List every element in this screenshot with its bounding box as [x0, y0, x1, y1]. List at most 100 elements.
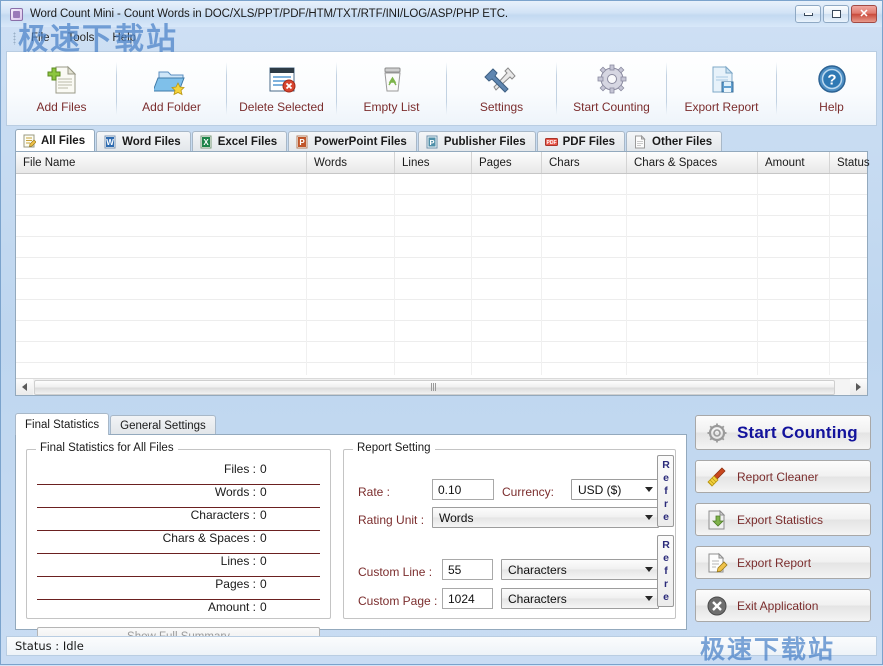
- stat-value-chars-spaces: 0: [260, 531, 320, 545]
- bottom-panel: Final Statistics for All Files Files : 0…: [15, 434, 687, 630]
- column-header-amount[interactable]: Amount: [758, 152, 830, 173]
- stat-row-chars-spaces: Chars & Spaces : 0: [37, 531, 320, 554]
- column-header-lines[interactable]: Lines: [395, 152, 472, 173]
- menu-item-file[interactable]: File: [22, 30, 59, 46]
- menu-grip-handle[interactable]: [13, 32, 16, 45]
- exit-application-button[interactable]: Exit Application: [695, 589, 871, 622]
- scroll-right-arrow-icon[interactable]: [850, 379, 867, 395]
- scroll-left-arrow-icon[interactable]: [16, 379, 33, 395]
- file-type-tabs: All Files W Word Files X Excel Files: [15, 129, 868, 151]
- column-header-file-name[interactable]: File Name: [16, 152, 307, 173]
- tab-final-statistics[interactable]: Final Statistics: [15, 413, 109, 435]
- toolbar-export-report-button[interactable]: Export Report: [667, 52, 776, 125]
- tab-excel-files-label: Excel Files: [218, 136, 277, 148]
- all-files-icon: [23, 134, 36, 148]
- tab-other-files[interactable]: Other Files: [626, 131, 722, 152]
- file-list-header: File Name Words Lines Pages Chars Chars …: [16, 152, 867, 174]
- column-header-chars-spaces[interactable]: Chars & Spaces: [627, 152, 758, 173]
- title-bar: Word Count Mini - Count Words in DOC/XLS…: [1, 1, 882, 27]
- custom-page-unit-select[interactable]: Characters: [501, 588, 659, 609]
- stat-row-files: Files : 0: [37, 462, 320, 485]
- svg-text:P: P: [299, 138, 305, 147]
- column-header-status[interactable]: Status: [830, 152, 883, 173]
- close-button[interactable]: ✕: [851, 5, 877, 23]
- file-list: File Name Words Lines Pages Chars Chars …: [15, 151, 868, 396]
- column-header-pages[interactable]: Pages: [472, 152, 542, 173]
- gear-icon: [706, 422, 728, 444]
- tab-pdf-files[interactable]: PDF PDF Files: [537, 131, 625, 152]
- column-header-chars[interactable]: Chars: [542, 152, 627, 173]
- custom-line-input[interactable]: 55: [442, 559, 493, 580]
- toolbar-start-counting-label: Start Counting: [573, 100, 650, 114]
- stat-value-files: 0: [260, 462, 320, 476]
- column-header-words[interactable]: Words: [307, 152, 395, 173]
- refresh-custom-button[interactable]: Refre: [657, 535, 674, 607]
- rate-label: Rate :: [358, 485, 390, 499]
- tab-all-files[interactable]: All Files: [15, 129, 95, 151]
- refresh-rating-button[interactable]: Refre: [657, 455, 674, 527]
- rating-unit-select[interactable]: Words: [432, 507, 659, 528]
- tab-word-files[interactable]: W Word Files: [96, 131, 191, 152]
- action-button-panel: Start Counting Report Cleaner: [695, 415, 871, 632]
- custom-page-input[interactable]: 1024: [442, 588, 493, 609]
- menu-bar: File Tools Help: [1, 27, 882, 49]
- horizontal-scrollbar[interactable]: [16, 378, 867, 395]
- bottom-tab-strip: Final Statistics General Settings: [15, 413, 687, 435]
- main-toolbar: Add Files Add Folder: [6, 51, 877, 126]
- toolbar-add-files-button[interactable]: Add Files: [7, 52, 116, 125]
- menu-item-help[interactable]: Help: [103, 30, 145, 46]
- toolbar-settings-button[interactable]: Settings: [447, 52, 556, 125]
- window-title: Word Count Mini - Count Words in DOC/XLS…: [30, 8, 508, 20]
- settings-wrench-icon: [484, 63, 520, 97]
- svg-text:W: W: [106, 138, 114, 147]
- tab-publisher-files[interactable]: P Publisher Files: [418, 131, 536, 152]
- start-counting-label: Start Counting: [737, 423, 858, 443]
- stat-label-amount: Amount :: [37, 600, 260, 614]
- file-list-body[interactable]: [16, 174, 867, 375]
- export-report-button[interactable]: Export Report: [695, 546, 871, 579]
- status-bar: Status : Idle: [6, 636, 877, 656]
- export-report-label: Export Report: [737, 556, 811, 570]
- tab-powerpoint-files[interactable]: P PowerPoint Files: [288, 131, 417, 152]
- delete-selected-icon: [264, 63, 300, 97]
- toolbar-add-folder-label: Add Folder: [142, 100, 201, 114]
- final-statistics-group-title: Final Statistics for All Files: [36, 442, 178, 454]
- report-setting-group-title: Report Setting: [353, 442, 435, 454]
- scrollbar-thumb[interactable]: [34, 380, 835, 395]
- start-counting-button[interactable]: Start Counting: [695, 415, 871, 450]
- chevron-down-icon[interactable]: [640, 509, 657, 526]
- menu-item-tools[interactable]: Tools: [59, 30, 104, 46]
- empty-list-icon: [374, 63, 410, 97]
- toolbar-settings-label: Settings: [480, 100, 523, 114]
- tab-excel-files[interactable]: X Excel Files: [192, 131, 287, 152]
- tab-general-settings[interactable]: General Settings: [110, 415, 216, 436]
- export-statistics-button[interactable]: Export Statistics: [695, 503, 871, 536]
- scrollbar-track[interactable]: [33, 380, 850, 395]
- custom-line-label: Custom Line :: [358, 565, 432, 579]
- stat-value-characters: 0: [260, 508, 320, 522]
- toolbar-empty-list-button[interactable]: Empty List: [337, 52, 446, 125]
- maximize-restore-button[interactable]: [823, 5, 849, 23]
- add-files-icon: [44, 63, 80, 97]
- toolbar-delete-selected-button[interactable]: Delete Selected: [227, 52, 336, 125]
- report-cleaner-button[interactable]: Report Cleaner: [695, 460, 871, 493]
- exit-application-label: Exit Application: [737, 599, 818, 613]
- toolbar-add-folder-button[interactable]: Add Folder: [117, 52, 226, 125]
- chevron-down-icon[interactable]: [640, 561, 657, 578]
- other-file-icon: [634, 135, 647, 149]
- rate-input[interactable]: 0.10: [432, 479, 494, 500]
- tab-word-files-label: Word Files: [122, 136, 181, 148]
- export-report-icon: [704, 63, 740, 97]
- svg-text:PDF: PDF: [546, 140, 556, 146]
- toolbar-start-counting-button[interactable]: Start Counting: [557, 52, 666, 125]
- toolbar-help-button[interactable]: ? Help: [777, 52, 883, 125]
- toolbar-add-files-label: Add Files: [36, 100, 86, 114]
- custom-line-unit-select[interactable]: Characters: [501, 559, 659, 580]
- toolbar-empty-list-label: Empty List: [363, 100, 419, 114]
- tab-all-files-label: All Files: [41, 135, 85, 147]
- chevron-down-icon[interactable]: [640, 481, 657, 498]
- chevron-down-icon[interactable]: [640, 590, 657, 607]
- help-question-icon: ?: [814, 63, 850, 97]
- minimize-button[interactable]: [795, 5, 821, 23]
- currency-select[interactable]: USD ($): [571, 479, 659, 500]
